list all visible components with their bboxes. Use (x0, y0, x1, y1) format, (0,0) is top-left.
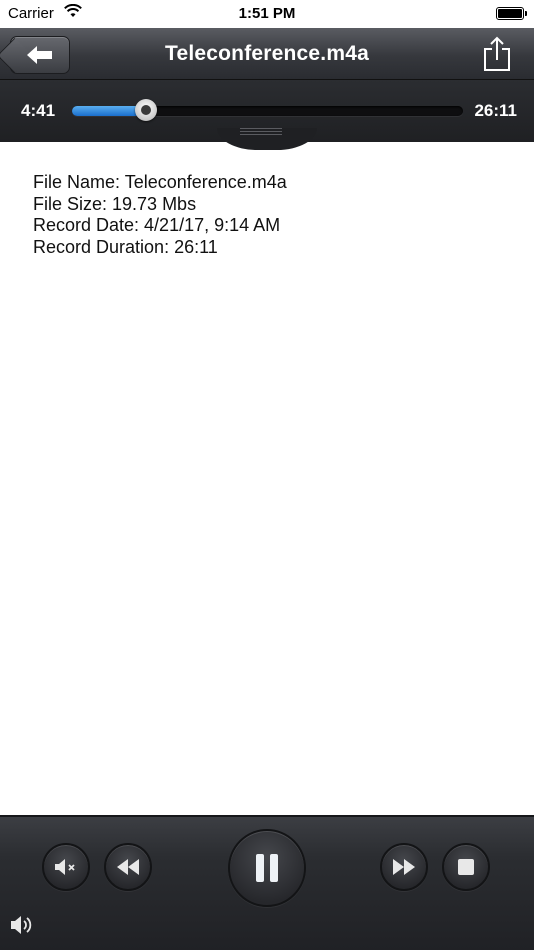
navigation-bar: Teleconference.m4a (0, 28, 534, 80)
stop-button[interactable] (442, 843, 490, 891)
progress-slider[interactable] (72, 99, 463, 121)
back-arrow-icon (27, 46, 52, 64)
file-info: File Name: Teleconference.m4a File Size:… (33, 172, 287, 258)
pause-icon (256, 854, 278, 882)
status-bar: Carrier 1:51 PM (0, 0, 534, 28)
page-title: Teleconference.m4a (165, 42, 369, 65)
rewind-button[interactable] (104, 843, 152, 891)
drag-handle-icon[interactable] (240, 128, 282, 136)
elapsed-time: 4:41 (21, 101, 56, 120)
record-duration: Record Duration: 26:11 (33, 236, 218, 257)
record-date: Record Date: 4/21/17, 9:14 AM (33, 215, 281, 235)
mute-icon (55, 859, 75, 875)
status-time: 1:51 PM (238, 5, 296, 22)
fast-forward-button[interactable] (380, 843, 428, 891)
volume-icon[interactable] (10, 914, 36, 936)
back-button[interactable] (10, 36, 70, 74)
mute-button[interactable] (42, 843, 90, 891)
slider-thumb[interactable] (135, 99, 157, 121)
stop-icon (458, 859, 474, 875)
pause-button[interactable] (228, 829, 306, 907)
file-size: File Size: 19.73 Mbs (33, 193, 197, 214)
share-icon[interactable] (482, 36, 512, 72)
battery-icon (496, 7, 527, 20)
file-name: File Name: Teleconference.m4a (33, 172, 287, 192)
rewind-icon (117, 859, 139, 875)
fast-forward-icon (393, 859, 415, 875)
total-time: 26:11 (474, 101, 517, 120)
